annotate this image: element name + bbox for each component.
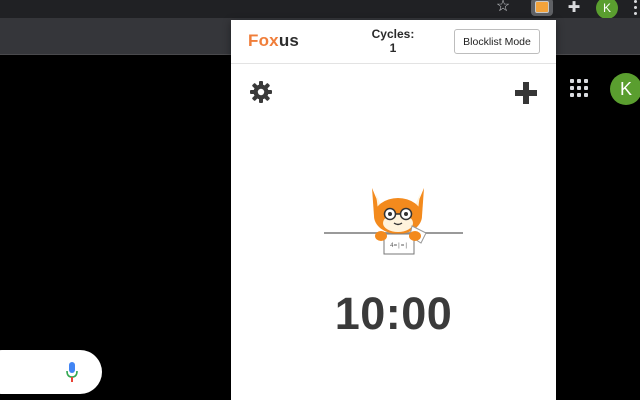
foxus-extension-icon[interactable] xyxy=(531,0,553,16)
cycles-value: 1 xyxy=(389,41,397,55)
screen: ☆ ✚ K K Foxus Cycles: 1 Blocklist Mode 4… xyxy=(0,0,640,400)
plus-icon[interactable] xyxy=(515,82,537,104)
microphone-icon[interactable] xyxy=(66,362,78,382)
cycles-label: Cycles: xyxy=(371,27,415,41)
svg-text:4=|=|: 4=|=| xyxy=(390,242,408,249)
bookmark-star-icon[interactable]: ☆ xyxy=(494,0,512,15)
fox-mascot: 4=|=| xyxy=(372,188,427,255)
browser-tab-strip: ☆ ✚ K xyxy=(0,0,640,19)
blocklist-mode-button[interactable]: Blocklist Mode xyxy=(454,29,540,54)
logo-fox-text: Fox xyxy=(248,31,279,50)
countdown-timer: 10:00 xyxy=(334,288,453,339)
foxus-mini-icon xyxy=(535,1,549,13)
foxus-popup: Foxus Cycles: 1 Blocklist Mode 4=|=| 10:… xyxy=(231,20,556,400)
cycles-counter: Cycles: 1 xyxy=(361,27,425,55)
gear-icon[interactable] xyxy=(249,80,273,104)
logo-us-text: us xyxy=(278,31,300,50)
foxus-logo: Foxus xyxy=(248,31,299,51)
apps-grid-icon[interactable] xyxy=(570,79,588,97)
search-box[interactable] xyxy=(0,350,102,394)
profile-avatar[interactable]: K xyxy=(610,73,640,105)
browser-menu-icon[interactable] xyxy=(630,0,640,17)
popup-header: Foxus Cycles: 1 Blocklist Mode xyxy=(231,20,556,64)
extensions-puzzle-icon[interactable]: ✚ xyxy=(565,0,583,16)
profile-avatar-small[interactable]: K xyxy=(596,0,618,19)
